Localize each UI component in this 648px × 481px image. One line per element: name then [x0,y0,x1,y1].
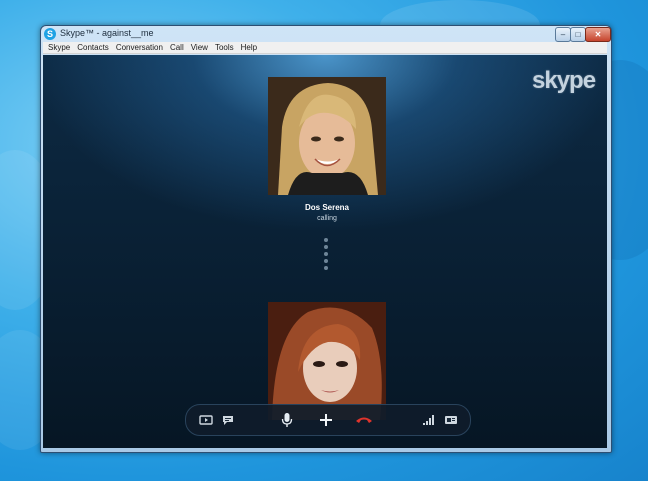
minimize-button[interactable]: – [555,27,571,42]
skype-logo: skype [532,67,596,94]
microphone-icon [281,413,293,427]
window-title: Skype™ - against__me [60,28,154,38]
progress-dot [324,238,328,242]
menu-help[interactable]: Help [241,43,257,52]
menu-conversation[interactable]: Conversation [116,43,163,52]
mute-button[interactable] [277,405,297,435]
device-settings-icon [445,416,457,424]
maximize-button[interactable]: □ [570,27,586,42]
contact-avatar [268,77,386,195]
video-button[interactable] [196,405,216,435]
self-avatar [268,302,386,420]
menu-tools[interactable]: Tools [215,43,234,52]
chat-button[interactable] [218,405,238,435]
calling-progress-dots [324,238,328,273]
menu-skype[interactable]: Skype [48,43,70,52]
menu-call[interactable]: Call [170,43,184,52]
add-button[interactable] [316,405,336,435]
signal-strength[interactable] [419,405,439,435]
menu-contacts[interactable]: Contacts [77,43,109,52]
progress-dot [324,245,328,249]
call-controls-bar [185,404,471,436]
skype-app-icon: S [44,28,56,40]
close-button[interactable]: ✕ [585,27,611,42]
signal-strength-icon [423,415,434,425]
call-area: skype Dos Serena calling [43,55,607,448]
menu-view[interactable]: View [191,43,208,52]
progress-dot [324,252,328,256]
contact-name: Dos Serena [304,203,350,212]
end-call-icon [356,417,372,423]
add-icon [320,414,332,426]
title-bar[interactable]: S Skype™ - against__me – □ ✕ [41,26,611,42]
end-call-button[interactable] [352,405,376,435]
skype-window: S Skype™ - against__me – □ ✕ Skype Conta… [40,25,612,453]
call-status: calling [317,215,337,222]
progress-dot [324,259,328,263]
video-icon [199,415,213,425]
menu-bar: Skype Contacts Conversation Call View To… [43,42,607,54]
device-settings-button[interactable] [441,405,461,435]
chat-icon [223,416,233,425]
progress-dot [324,266,328,270]
